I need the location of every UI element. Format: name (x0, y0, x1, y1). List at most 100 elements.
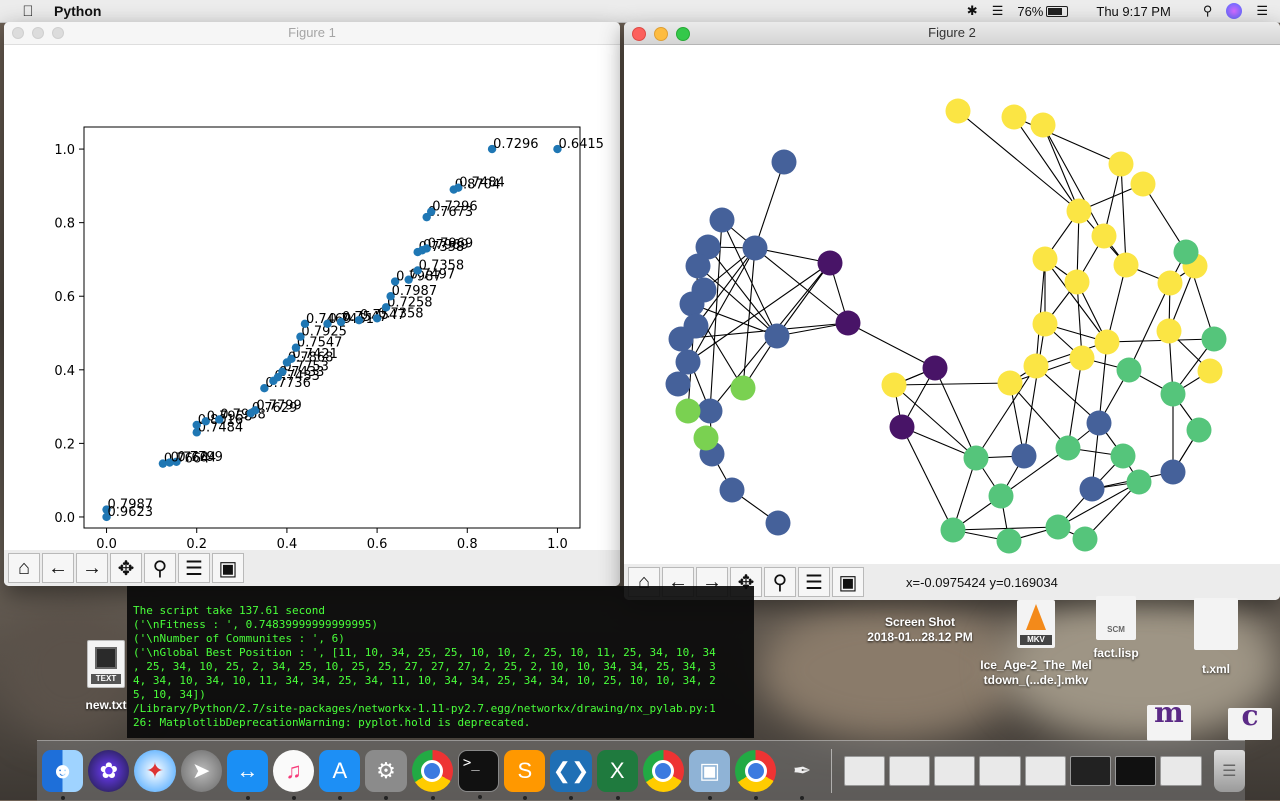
preview-icon: ▣ (699, 758, 721, 783)
wifi-icon[interactable]: ☰ (992, 3, 1004, 19)
dock-minimized-window[interactable] (1160, 756, 1202, 786)
spotlight-search-icon[interactable]: ⚲ (1203, 3, 1213, 19)
file-icon: m (1147, 699, 1191, 741)
desktop-file-fact-lisp[interactable]: SCM fact.lisp (1085, 596, 1147, 661)
dock-finder[interactable]: ☻ (42, 750, 84, 800)
graph-node (1069, 345, 1095, 371)
forward-button[interactable]: → (76, 553, 108, 583)
dock-separator (830, 749, 832, 793)
desktop-file-partial[interactable]: c (1226, 702, 1274, 740)
zoom-button[interactable] (676, 27, 690, 41)
dock-minimized-window[interactable] (979, 756, 1021, 786)
window-controls (12, 27, 64, 39)
minimize-button[interactable] (654, 27, 668, 41)
network-graph[interactable] (624, 44, 1280, 564)
text-file-glyph (95, 647, 117, 669)
desktop-file-label: Screen Shot (884, 615, 956, 629)
vscode-icon: ❮❯ (552, 758, 590, 783)
dock-minimized-window[interactable] (1069, 756, 1112, 786)
zoom-button[interactable] (52, 27, 64, 39)
back-arrow-icon: ← (48, 556, 68, 579)
graph-node (1030, 112, 1056, 138)
desktop-file-partial[interactable]: m (1146, 699, 1192, 741)
dock-chrome-2[interactable] (642, 750, 685, 792)
dock-sublime-text[interactable]: S (504, 750, 546, 800)
pan-button[interactable]: ✥ (110, 553, 142, 583)
running-indicator (338, 796, 343, 800)
terminal-window[interactable]: The script take 137.61 second ('\nFitnes… (127, 586, 754, 738)
dock-excel[interactable]: X (596, 750, 638, 800)
app-menu-python[interactable]: Python (54, 3, 101, 19)
dock-python-launcher[interactable]: ✒ (781, 750, 822, 800)
dock-system-preferences[interactable]: ⚙ (365, 750, 407, 800)
apple-icon[interactable]:  (18, 3, 38, 20)
running-indicator (477, 795, 482, 799)
terminal-line: , 25, 34, 10, 25, 2, 34, 25, 10, 25, 25,… (133, 660, 716, 673)
clock[interactable]: Thu 9:17 PM (1096, 4, 1170, 19)
graph-edge (901, 426, 954, 531)
dock-vscode[interactable]: ❮❯ (550, 750, 592, 800)
figure2-titlebar[interactable]: Figure 2 (624, 22, 1280, 45)
bluetooth-icon[interactable]: ✱ (967, 3, 978, 19)
save-button[interactable]: ▣ (212, 553, 244, 583)
zoom-button-tool[interactable]: ⚲ (764, 567, 796, 597)
dock-app-store[interactable]: A (319, 750, 361, 800)
back-button[interactable]: ← (42, 553, 74, 583)
dock-terminal[interactable]: >_ (457, 750, 500, 799)
dock-itunes[interactable]: ♫ (273, 750, 315, 800)
dock-minimized-window[interactable] (888, 756, 931, 786)
desktop-file-mkv[interactable]: MKV Ice_Age-2_The_Mel tdown_(...de.].mkv (975, 600, 1097, 688)
configure-button[interactable]: ☰ (798, 567, 830, 597)
dock-minimized-window[interactable] (1115, 756, 1157, 786)
dock-minimized-window[interactable] (843, 756, 885, 786)
dock-minimized-window[interactable] (1024, 756, 1066, 786)
save-button[interactable]: ▣ (832, 567, 864, 597)
scatter-chart[interactable]: 0.0 0.2 0.4 0.6 0.8 1.0 0.0 0.2 0.4 0.6 0.8 1.0 0.79… (4, 44, 620, 550)
graph-node (1197, 358, 1223, 384)
figure1-titlebar[interactable]: Figure 1 (4, 22, 620, 45)
forward-arrow-icon: → (82, 556, 102, 579)
safari-compass-icon: ✦ (145, 758, 165, 783)
battery-indicator[interactable]: 76% (1017, 4, 1069, 19)
desktop-file-new-txt[interactable]: TEXT new.txt (78, 640, 134, 713)
dock-safari[interactable]: ✦ (134, 750, 176, 792)
x-tick-label: 0.2 (186, 537, 207, 550)
graph-edge (1035, 365, 1100, 424)
graph-node (1157, 270, 1183, 296)
window-title: Figure 2 (928, 25, 976, 40)
dock-minimized-window[interactable] (934, 756, 976, 786)
chrome-icon (421, 760, 444, 782)
minimize-button[interactable] (32, 27, 44, 39)
zoom-button-tool[interactable]: ⚲ (144, 553, 176, 583)
running-indicator (430, 796, 435, 800)
graph-node (1055, 435, 1081, 461)
desktop-file-screenshot[interactable]: Screen Shot 2018-01...28.12 PM (858, 615, 982, 645)
dock-teamviewer[interactable]: ↔ (226, 750, 269, 800)
dock-trash[interactable]: ☰ (1213, 750, 1246, 792)
running-indicator (569, 796, 574, 800)
text-file-icon: TEXT (87, 640, 125, 688)
graph-node (1032, 311, 1058, 337)
point-label: 0.9623 (108, 505, 154, 520)
dock-chrome-3[interactable] (735, 750, 777, 800)
configure-button[interactable]: ☰ (178, 553, 210, 583)
graph-node (996, 528, 1022, 554)
dock-launchpad[interactable]: ➤ (180, 750, 222, 792)
graph-node (889, 414, 915, 440)
save-icon: ▣ (218, 557, 238, 580)
graph-node (1045, 514, 1071, 540)
dock-chrome[interactable] (411, 750, 453, 800)
close-button[interactable] (12, 27, 24, 39)
dock-siri[interactable]: ✿ (88, 750, 130, 792)
x-tick-label: 1.0 (547, 537, 568, 550)
graph-node (1113, 252, 1139, 278)
terminal-spacer (127, 586, 754, 604)
siri-icon[interactable] (1226, 3, 1243, 19)
close-button[interactable] (632, 27, 646, 41)
point-label: 0.7987 (392, 284, 438, 299)
home-button[interactable]: ⌂ (8, 553, 40, 583)
point-label: 0.7799 (256, 398, 302, 413)
dock-preview[interactable]: ▣ (689, 750, 731, 800)
notification-center-icon[interactable]: ☰ (1256, 3, 1268, 19)
desktop-file-t-xml[interactable]: t.xml (1186, 598, 1246, 677)
